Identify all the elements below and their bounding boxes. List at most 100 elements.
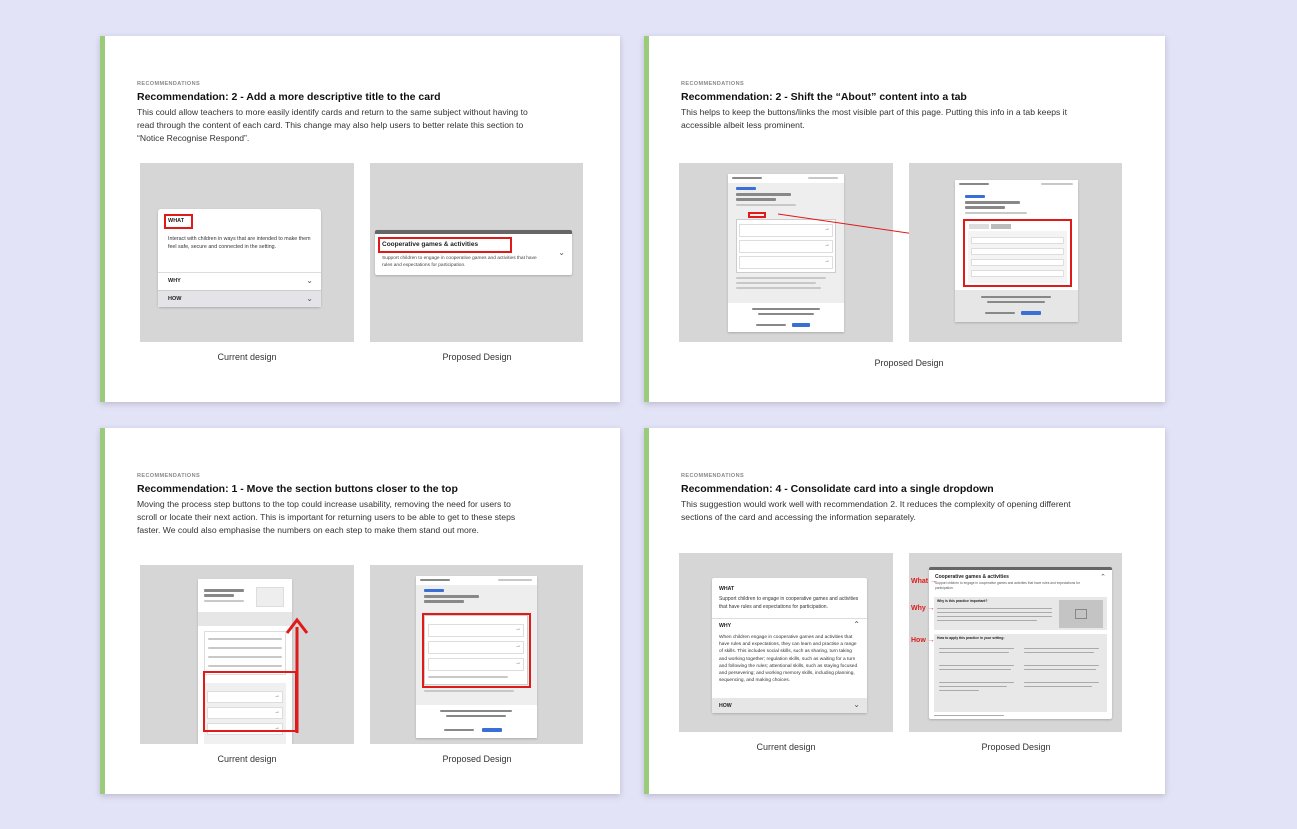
current-caption: Current design xyxy=(756,742,816,752)
link-row xyxy=(971,237,1064,244)
slide-recommendation-single-dropdown: RECOMMENDATIONS Recommendation: 4 - Cons… xyxy=(644,428,1165,794)
thumb-header xyxy=(420,579,450,581)
thumb-title xyxy=(965,206,1005,209)
thumb-band xyxy=(198,612,292,626)
page-thumbnail: → → → xyxy=(728,174,844,332)
how-text-line xyxy=(1024,648,1099,649)
proposed-design-panel: Cooperative games & activities Support c… xyxy=(370,163,583,342)
thumb-cta-button xyxy=(1021,311,1041,315)
how-text-line xyxy=(939,665,1014,666)
card-text: Support children to engage in cooperativ… xyxy=(382,256,537,268)
why-heading: Why is this practice important? xyxy=(937,599,988,603)
thumb-title xyxy=(736,198,776,201)
link-row xyxy=(208,638,282,640)
slide-recommendation-descriptive-title: RECOMMENDATIONS Recommendation: 2 - Add … xyxy=(100,36,620,402)
steps-highlight xyxy=(422,613,531,688)
current-caption: Current design xyxy=(217,352,277,362)
chevron-up-icon[interactable]: ⌃ xyxy=(1100,573,1106,581)
why-text-line xyxy=(937,612,1052,613)
thumb-header xyxy=(959,183,989,185)
thumb-tag xyxy=(736,187,756,190)
slide-title: Recommendation: 2 - Add a more descripti… xyxy=(137,91,441,103)
slide-title: Recommendation: 2 - Shift the “About” co… xyxy=(681,91,967,103)
chevron-down-icon: ⌄ xyxy=(306,294,313,303)
proposed-caption: Proposed Design xyxy=(442,352,512,362)
what-label: WHAT xyxy=(719,586,735,592)
image-placeholder-icon xyxy=(1059,600,1103,628)
how-row[interactable]: HOW ⌄ xyxy=(712,698,867,713)
annotation-why-label: Why xyxy=(911,605,926,612)
link-row xyxy=(971,248,1064,255)
thumb-cta-text xyxy=(756,324,786,326)
proposed-design-panel: → → → xyxy=(370,565,583,744)
proposed-caption: Proposed Design xyxy=(442,754,512,764)
proposed-card: Cooperative games & activities Support c… xyxy=(929,567,1112,719)
how-label: HOW xyxy=(168,296,182,302)
what-text: Support children to engage in cooperativ… xyxy=(719,596,859,610)
annotation-how-label: How xyxy=(911,637,926,644)
step-row: → xyxy=(739,256,833,269)
card-title: Cooperative games & activities xyxy=(382,241,479,248)
annotation-why: Why → xyxy=(911,605,935,612)
thumb-title xyxy=(424,595,479,598)
current-design-panel: → → → xyxy=(140,565,354,744)
thumb-title xyxy=(204,594,234,597)
proposed-design-panel: Cooperative games & activities Support c… xyxy=(909,553,1122,732)
slide-recommendation-section-buttons: RECOMMENDATIONS Recommendation: 1 - Move… xyxy=(100,428,620,794)
how-heading: How to apply this practice in your setti… xyxy=(937,636,1005,640)
thumb-text xyxy=(736,282,816,284)
how-row[interactable]: HOW ⌄ xyxy=(158,290,321,307)
thumb-title xyxy=(424,600,464,603)
thumb-nav xyxy=(808,177,838,179)
how-label: HOW xyxy=(719,703,732,709)
chevron-up-icon: ⌃ xyxy=(853,620,860,629)
how-text-line xyxy=(1024,665,1099,666)
why-row[interactable]: WHY ⌃ xyxy=(712,618,867,630)
how-text-line xyxy=(939,652,1009,653)
page-thumbnail xyxy=(955,180,1078,322)
slide-recommendation-about-tab: RECOMMENDATIONS Recommendation: 2 - Shif… xyxy=(644,36,1165,402)
after-screen-panel xyxy=(909,163,1122,342)
thumb-image xyxy=(256,587,284,607)
thumb-tab xyxy=(991,224,1011,229)
slide-title: Recommendation: 1 - Move the section but… xyxy=(137,483,458,495)
slide-description: Moving the process step buttons to the t… xyxy=(137,499,516,535)
how-text-line xyxy=(1024,669,1096,670)
current-caption: Current design xyxy=(217,754,277,764)
arrow-right-icon: → xyxy=(824,258,830,264)
thumb-nav xyxy=(1041,183,1073,185)
arrow-up-icon xyxy=(285,617,309,733)
thumb-footer-text xyxy=(752,308,820,310)
why-text-line xyxy=(937,608,1052,609)
thumb-section: → → → xyxy=(736,219,836,273)
thumb-nav xyxy=(498,579,532,581)
what-text: Interact with children in ways that are … xyxy=(168,236,311,250)
chevron-down-icon[interactable]: ⌄ xyxy=(558,248,565,257)
link-row xyxy=(971,270,1064,277)
arrow-right-icon: → xyxy=(824,226,830,232)
thumb-cta-button xyxy=(482,728,502,732)
thumb-header xyxy=(732,177,762,179)
thumb-cta-text xyxy=(444,729,474,731)
card-subtitle: Support children to engage in cooperativ… xyxy=(935,581,1080,590)
how-text-line xyxy=(939,648,1014,649)
arrow-right-icon: → xyxy=(824,242,830,248)
how-text-line xyxy=(1024,652,1094,653)
before-screen-panel: → → → xyxy=(679,163,893,342)
why-text-line xyxy=(937,620,1037,621)
thumb-title xyxy=(736,193,791,196)
accordion-card: WHAT Support children to engage in coope… xyxy=(712,578,867,713)
card-title: Cooperative games & activities xyxy=(935,574,1009,580)
step-row: → xyxy=(739,224,833,237)
current-design-panel: WHAT Interact with children in ways that… xyxy=(140,163,354,342)
how-text-line xyxy=(939,682,1014,683)
thumb-footer-text xyxy=(440,710,512,712)
thumb-footer xyxy=(955,290,1078,322)
thumb-footer-text xyxy=(987,301,1045,303)
thumb-cta-button xyxy=(792,323,810,327)
thumb-title xyxy=(204,589,244,592)
why-row[interactable]: WHY ⌄ xyxy=(158,272,321,289)
slide-description: This helps to keep the buttons/links the… xyxy=(681,107,1067,130)
what-label: WHAT xyxy=(168,218,185,224)
accordion-card: WHAT Interact with children in ways that… xyxy=(158,209,321,307)
